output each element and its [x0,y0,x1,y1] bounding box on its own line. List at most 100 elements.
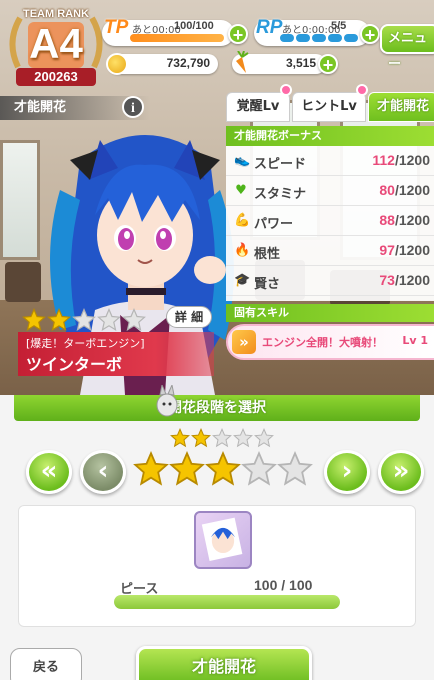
tab-hint-level[interactable]: ヒントLv [292,92,366,122]
stat-value: 73/1200 [379,272,430,288]
bloom-bonus-header: 才能開花ボーナス [226,126,434,146]
unique-skill-header: 固有スキル [226,304,434,322]
stat-current: 97 [379,242,395,258]
bloom-next-button[interactable]: › [324,450,370,494]
tab-bar: 覚醒Lv ヒントLv 才能開花 [226,84,434,122]
stat-name: スタミナ [254,187,307,202]
unique-skill-item[interactable]: » エンジン全開！大噴射！ Lv 1 [226,324,434,360]
carrot-icon [236,51,249,73]
piece-count: 100 / 100 [254,577,313,593]
rarity-star-icon [72,308,96,332]
rp-recover-button[interactable]: + [360,24,380,45]
carrot-display: 3,515 [232,51,326,74]
tp-fill [130,34,224,42]
notification-pin-icon [356,84,368,96]
stat-current: 88 [379,212,395,228]
stat-name: 賢さ [254,277,281,292]
rp-pip [280,34,294,42]
current-star-icon [191,428,211,448]
carrot-value: 3,515 [285,56,316,70]
bloom-max-button[interactable]: » [378,450,424,494]
notification-pin-icon [280,84,292,96]
stat-name: 根性 [254,247,281,262]
character-piece-icon [194,511,252,569]
rarity-star-icon [47,308,71,332]
tab-talent-bloom[interactable]: 才能開花 [368,92,434,122]
skill-level: Lv 1 [402,334,428,347]
target-star-icon [277,451,313,486]
piece-progress-track [114,595,340,609]
rp-pips [280,34,358,42]
money-value: 732,790 [166,56,210,70]
stat-current: 80 [379,182,395,198]
background-chair [5,262,41,302]
rp-pip [296,34,310,42]
rp-pip [328,34,342,42]
speed-icon: 👟 [234,153,251,168]
character-name-plate: [爆走！ターボエンジン] ツインターボ [18,332,214,376]
piece-portrait-icon [201,517,243,561]
stat-max: /1200 [394,152,430,168]
money-display: 732,790 [106,53,218,75]
stat-current: 73 [379,272,395,288]
target-star-icon [169,451,205,486]
detail-button[interactable]: 詳 細 [166,306,212,328]
piece-progress-fill [114,595,340,609]
talent-bloom-button[interactable]: 才能開花 [136,646,312,680]
bloom-min-button[interactable]: « [26,450,72,494]
target-star-icon [205,451,241,486]
character-title: [爆走！ターボエンジン] [26,337,145,350]
stat-value: 80/1200 [379,182,430,198]
rarity-star-icon [97,308,121,332]
team-rank-label: TEAM RANK [23,8,89,20]
current-star-icon [170,428,190,448]
back-button[interactable]: 戻る [10,648,82,680]
mascot-icon [156,385,178,417]
cap-icon: 🎓 [234,273,251,288]
rp-value: 5/5 [331,20,347,32]
info-button[interactable]: i [122,96,144,118]
stat-row-power: 💪 パワー 88/1200 [226,206,434,236]
piece-panel: ピース 100 / 100 [18,505,416,627]
skill-name: エンジン全開！大噴射！ [262,336,383,349]
current-star-icon [233,428,253,448]
stat-max: /1200 [394,182,430,198]
stat-max: /1200 [394,272,430,288]
bloom-prev-button[interactable]: ‹ [80,450,126,494]
stat-max: /1200 [394,212,430,228]
power-icon: 💪 [234,213,251,228]
tp-label: TP [104,17,129,38]
tp-gauge: TP あと00:00 100/100 [102,17,234,46]
rp-pip [344,34,358,42]
stat-max: /1200 [394,242,430,258]
flame-icon: 🔥 [234,243,251,258]
rp-pip [312,34,326,42]
skill-speed-icon: » [232,330,256,354]
rarity-star-icon [122,308,146,332]
bloom-bonus-panel: 才能開花ボーナス 👟 スピード 112/1200 ♥ スタミナ 80/1200 … [226,126,434,301]
stat-value: 97/1200 [379,242,430,258]
rarity-star-icon [22,308,46,332]
character-name: ツインターボ [26,355,123,374]
target-star-icon [241,451,277,486]
rp-label: RP [256,17,283,38]
menu-button[interactable]: メニュー [380,24,434,72]
tp-recover-button[interactable]: + [228,24,248,45]
stat-name: パワー [254,217,294,232]
stat-row-guts: 🔥 根性 97/1200 [226,236,434,266]
stat-current: 112 [372,152,395,168]
background-window [0,140,40,260]
heart-icon: ♥ [235,183,247,198]
stat-row-stamina: ♥ スタミナ 80/1200 [226,176,434,206]
target-star-icon [133,451,169,486]
rp-gauge: RP あと0:00:00 5/5 [254,17,370,46]
tab-awakening-level[interactable]: 覚醒Lv [226,92,290,122]
stat-value: 88/1200 [379,212,430,228]
bloom-select-header: 開花段階を選択 [14,395,420,421]
team-rank-value: A4 [29,20,83,67]
target-bloom-stars [133,451,313,487]
team-rank-badge[interactable]: TEAM RANK A4 200263 [6,2,106,88]
stat-row-speed: 👟 スピード 112/1200 [226,146,434,176]
carrot-purchase-button[interactable]: + [318,54,338,75]
team-rank-score: 200263 [16,68,96,86]
